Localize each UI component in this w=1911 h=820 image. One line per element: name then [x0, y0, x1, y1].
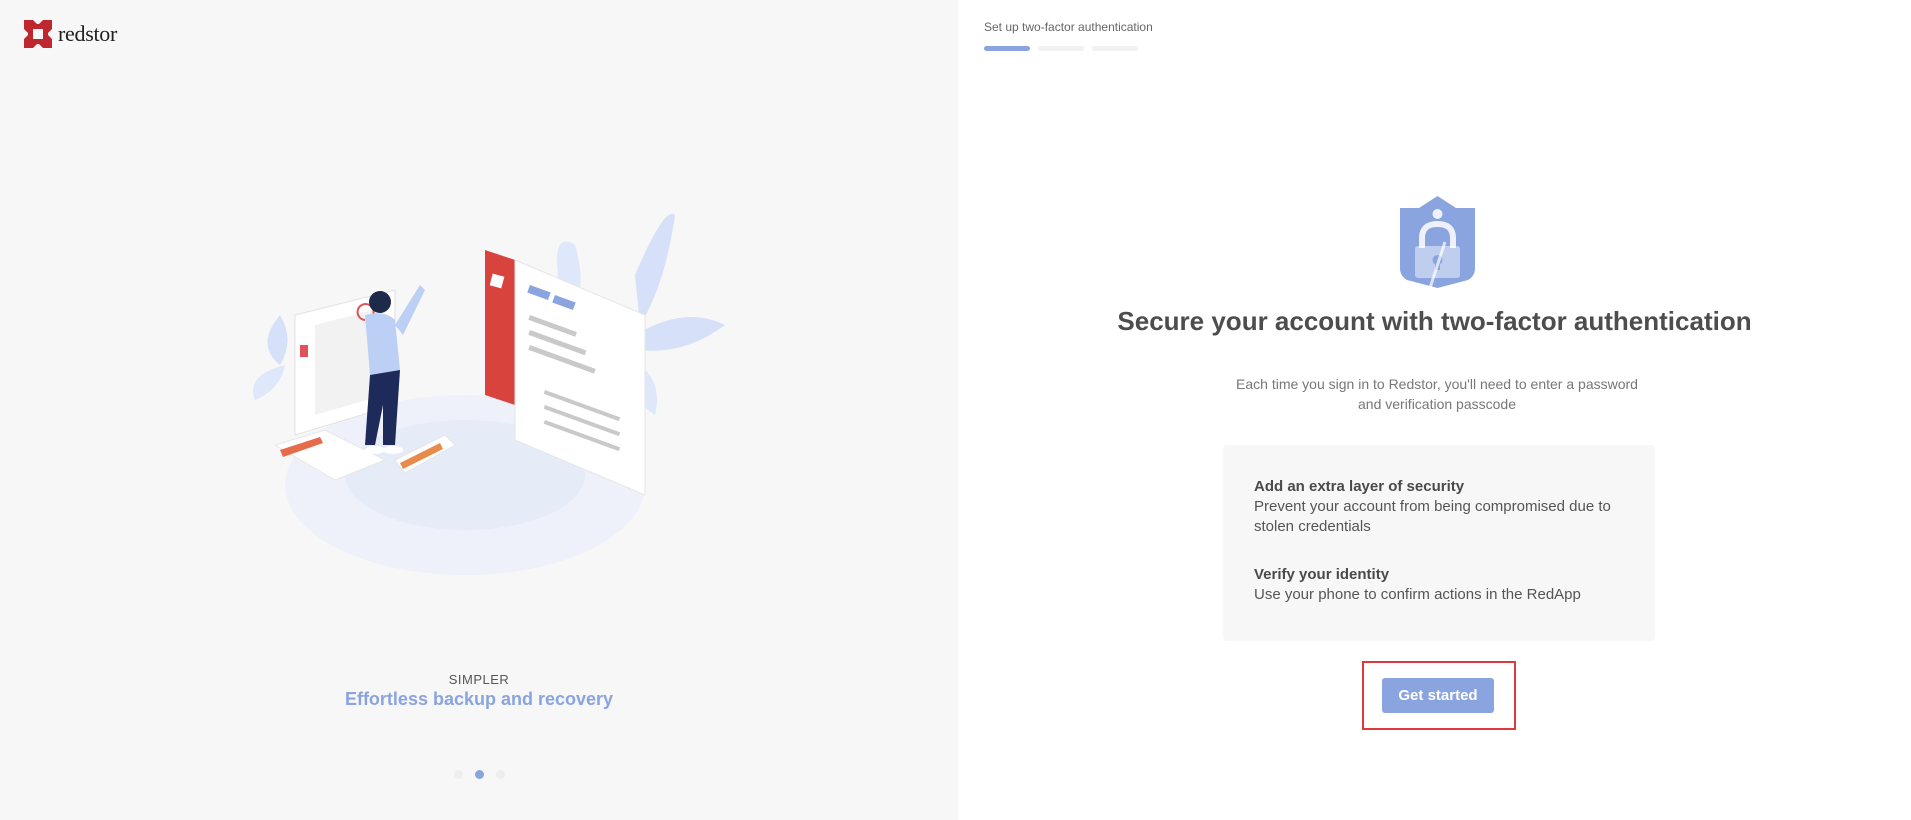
- feature-item: Add an extra layer of security Prevent y…: [1254, 477, 1624, 537]
- right-panel: Set up two-factor authentication Secure …: [958, 0, 1911, 820]
- progress-step-1: [984, 46, 1030, 51]
- feature-list: Add an extra layer of security Prevent y…: [1223, 445, 1655, 641]
- person-with-dashboard-illustration: [253, 213, 725, 575]
- left-panel: redstor SIMPLER Effortless backup and re…: [0, 0, 958, 820]
- progress-step-2: [1038, 46, 1084, 51]
- shield-lock-icon: [1400, 196, 1475, 288]
- carousel-dot-active[interactable]: [474, 770, 484, 779]
- carousel-dot[interactable]: [495, 770, 505, 779]
- feature-title: Add an extra layer of security: [1254, 478, 1465, 495]
- feature-item: Verify your identity Use your phone to c…: [1254, 565, 1624, 605]
- carousel-dot[interactable]: [453, 770, 463, 779]
- step-progress: [984, 46, 1138, 51]
- carousel-dots: [0, 770, 958, 779]
- page-subtitle: Each time you sign in to Redstor, you'll…: [1236, 376, 1638, 412]
- feature-description: Use your phone to confirm actions in the…: [1254, 586, 1581, 603]
- progress-step-3: [1092, 46, 1138, 51]
- slide-title: Effortless backup and recovery: [344, 689, 614, 709]
- feature-title: Verify your identity: [1254, 566, 1390, 583]
- page-title: Secure your account with two-factor auth…: [1117, 306, 1752, 336]
- step-label: Set up two-factor authentication: [984, 20, 1153, 34]
- brand-name: redstor: [58, 21, 117, 46]
- slide-kicker: SIMPLER: [448, 672, 510, 687]
- feature-description: Prevent your account from being compromi…: [1254, 498, 1611, 535]
- redstor-logo-icon: [24, 20, 52, 48]
- brand-logo: redstor: [24, 20, 117, 48]
- get-started-button[interactable]: Get started: [1382, 678, 1494, 713]
